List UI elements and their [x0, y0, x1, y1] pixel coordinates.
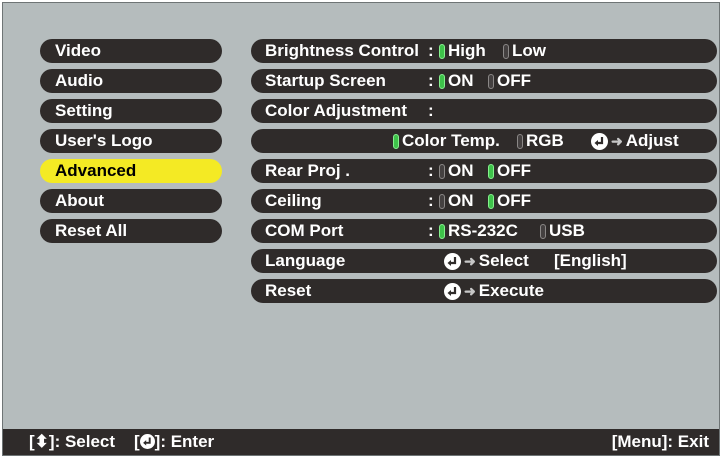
radio-dot-on-icon	[439, 223, 445, 239]
option-label: Color Temp.	[402, 131, 500, 150]
action-label: Select	[478, 251, 529, 270]
option-off[interactable]: OFF	[488, 159, 531, 183]
option-label: ON	[448, 191, 474, 210]
option-label: High	[448, 41, 486, 60]
menu-item-label: Advanced	[55, 161, 137, 180]
option-low[interactable]: Low	[503, 39, 546, 63]
action-label: Adjust	[625, 131, 679, 150]
option-label: ON	[448, 161, 474, 180]
radio-dot-on-icon	[488, 163, 494, 179]
right-arrow-icon: ➜	[611, 133, 623, 149]
row-color-adjustment[interactable]: Color Adjustment :	[251, 99, 717, 123]
option-rgb[interactable]: RGB	[517, 129, 564, 153]
row-colon: :	[428, 191, 434, 210]
radio-dot-off-icon	[503, 43, 509, 59]
menu-item-advanced[interactable]: Advanced	[40, 159, 222, 183]
row-colon: :	[428, 71, 434, 90]
row-reset[interactable]: Reset ➜ Execute	[251, 279, 717, 303]
menu-item-label: Video	[55, 41, 101, 60]
menu-item-video[interactable]: Video	[40, 39, 222, 63]
option-on[interactable]: ON	[439, 159, 474, 183]
row-label: Language	[265, 251, 346, 270]
menu-item-label: User's Logo	[55, 131, 153, 150]
row-ceiling[interactable]: Ceiling : ON OFF	[251, 189, 717, 213]
enter-key-icon	[444, 252, 461, 270]
row-com-port[interactable]: COM Port : RS-232C USB	[251, 219, 717, 243]
row-color-mode[interactable]: Color Temp. RGB ➜ Adjust	[251, 129, 717, 153]
adjust-action[interactable]: ➜ Adjust	[591, 129, 679, 153]
menu-item-label: Reset All	[55, 221, 128, 240]
row-label: Rear Proj .	[265, 161, 351, 180]
right-arrow-icon: ➜	[464, 253, 476, 269]
menu-item-about[interactable]: About	[40, 189, 222, 213]
enter-hint-label: : Enter	[160, 432, 215, 451]
reset-execute-action[interactable]: ➜ Execute	[444, 279, 544, 303]
row-startup-screen[interactable]: Startup Screen : ON OFF	[251, 69, 717, 93]
row-label: COM Port	[265, 221, 344, 240]
radio-dot-off-icon	[439, 193, 445, 209]
option-label: RS-232C	[448, 221, 518, 240]
menu-item-audio[interactable]: Audio	[40, 69, 222, 93]
menu-item-label: Setting	[55, 101, 113, 120]
radio-dot-on-icon	[393, 133, 399, 149]
option-high[interactable]: High	[439, 39, 486, 63]
option-label: Low	[512, 41, 546, 60]
enter-key-icon	[591, 132, 608, 150]
option-usb[interactable]: USB	[540, 219, 585, 243]
option-label: OFF	[497, 191, 531, 210]
option-label: USB	[549, 221, 585, 240]
row-colon: :	[428, 161, 434, 180]
radio-dot-on-icon	[488, 193, 494, 209]
radio-dot-on-icon	[439, 43, 445, 59]
row-label: Ceiling	[265, 191, 322, 210]
option-on[interactable]: ON	[439, 69, 474, 93]
exit-hint: [Menu]: Exit	[611, 432, 709, 451]
radio-dot-off-icon	[439, 163, 445, 179]
option-rs232c[interactable]: RS-232C	[439, 219, 518, 243]
row-language[interactable]: Language ➜ Select [English]	[251, 249, 717, 273]
menu-item-users-logo[interactable]: User's Logo	[40, 129, 222, 153]
radio-dot-off-icon	[488, 73, 494, 89]
action-label: Execute	[478, 281, 544, 300]
enter-key-icon	[139, 434, 155, 449]
row-colon: :	[428, 41, 434, 60]
row-colon: :	[428, 221, 434, 240]
language-value: [English]	[554, 251, 627, 270]
row-brightness-control[interactable]: Brightness Control : High Low	[251, 39, 717, 63]
option-label: RGB	[526, 131, 564, 150]
option-color-temp[interactable]: Color Temp.	[393, 129, 500, 153]
option-off[interactable]: OFF	[488, 189, 531, 213]
row-rear-proj[interactable]: Rear Proj . : ON OFF	[251, 159, 717, 183]
option-label: OFF	[497, 71, 531, 90]
radio-dot-off-icon	[517, 133, 523, 149]
option-label: ON	[448, 71, 474, 90]
option-on[interactable]: ON	[439, 189, 474, 213]
menu-item-reset-all[interactable]: Reset All	[40, 219, 222, 243]
help-keys: [⬍]: Select []: Enter	[29, 429, 214, 455]
option-label: OFF	[497, 161, 531, 180]
row-colon: :	[428, 101, 434, 120]
language-select-action[interactable]: ➜ Select	[444, 249, 529, 273]
right-arrow-icon: ➜	[464, 283, 476, 299]
row-label: Reset	[265, 281, 312, 300]
enter-key-icon	[444, 282, 461, 300]
menu-item-label: Audio	[55, 71, 104, 90]
menu-item-label: About	[55, 191, 105, 210]
radio-dot-on-icon	[439, 73, 445, 89]
select-hint-label: : Select	[54, 432, 116, 451]
row-label: Color Adjustment	[265, 101, 407, 120]
select-key-hint: [⬍]	[29, 432, 55, 451]
bottom-help-bar: [⬍]: Select []: Enter [Menu]: Exit	[3, 429, 719, 455]
projector-menu-screen: Video Audio Setting User's Logo Advanced…	[2, 2, 720, 456]
option-off[interactable]: OFF	[488, 69, 531, 93]
row-label: Brightness Control	[265, 41, 419, 60]
radio-dot-off-icon	[540, 223, 546, 239]
row-label: Startup Screen	[265, 71, 386, 90]
menu-item-setting[interactable]: Setting	[40, 99, 222, 123]
